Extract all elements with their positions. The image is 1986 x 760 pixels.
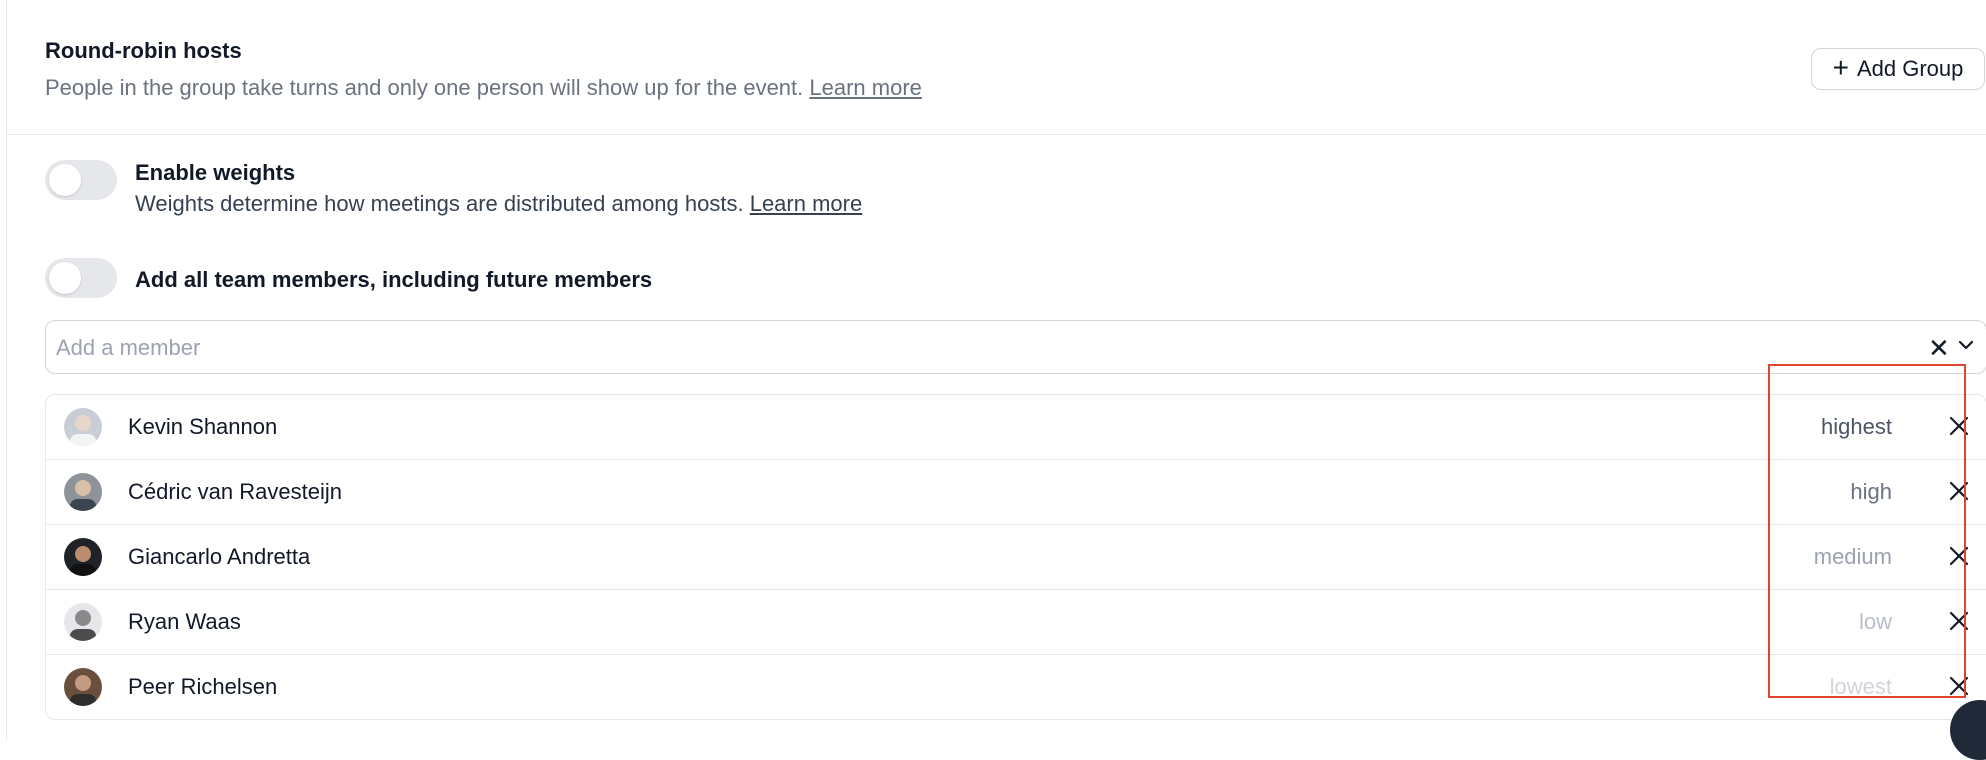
enable-weights-description: Weights determine how meetings are distr… xyxy=(135,191,862,217)
toggle-knob xyxy=(49,164,81,196)
enable-weights-toggle[interactable] xyxy=(45,160,117,200)
section-header: Round-robin hosts People in the group ta… xyxy=(7,0,1986,135)
toggle-knob xyxy=(49,262,81,294)
member-name: Cédric van Ravesteijn xyxy=(128,479,342,504)
member-list: Kevin Shannon highest Cédric van Raveste… xyxy=(45,394,1986,720)
member-name: Kevin Shannon xyxy=(128,414,278,439)
add-all-members-title: Add all team members, including future m… xyxy=(135,267,653,292)
avatar xyxy=(64,538,102,576)
member-row: Cédric van Ravesteijn high xyxy=(46,460,1986,525)
plus-icon: + xyxy=(1832,51,1849,83)
member-select[interactable]: ✕ xyxy=(45,320,1986,374)
avatar xyxy=(64,668,102,706)
avatar xyxy=(64,408,102,446)
chevron-down-icon[interactable] xyxy=(1956,335,1976,355)
round-robin-hosts-card: Round-robin hosts People in the group ta… xyxy=(6,0,1986,740)
member-name: Giancarlo Andretta xyxy=(128,544,311,569)
add-group-label: Add Group xyxy=(1856,56,1964,81)
member-row: Ryan Waas low xyxy=(46,590,1986,655)
member-name: Ryan Waas xyxy=(128,609,241,634)
member-row: Kevin Shannon highest xyxy=(46,395,1986,460)
section-title: Round-robin hosts xyxy=(45,38,242,63)
section-subtitle-text: People in the group take turns and only … xyxy=(45,75,804,100)
enable-weights-description-text: Weights determine how meetings are distr… xyxy=(135,191,744,216)
member-row: Peer Richelsen lowest xyxy=(46,655,1986,719)
clear-icon[interactable]: ✕ xyxy=(1928,333,1950,364)
add-member-input[interactable] xyxy=(54,329,1858,367)
enable-weights-title: Enable weights xyxy=(135,160,296,185)
learn-more-link[interactable]: Learn more xyxy=(809,75,922,100)
avatar xyxy=(64,473,102,511)
add-group-button[interactable]: + Add Group xyxy=(1811,48,1985,90)
member-name: Peer Richelsen xyxy=(128,674,278,699)
avatar xyxy=(64,603,102,641)
section-subtitle: People in the group take turns and only … xyxy=(45,75,922,101)
highlight-box xyxy=(1768,364,1966,698)
weights-learn-more-link[interactable]: Learn more xyxy=(750,191,863,216)
member-row: Giancarlo Andretta medium xyxy=(46,525,1986,590)
add-all-members-toggle[interactable] xyxy=(45,258,117,298)
